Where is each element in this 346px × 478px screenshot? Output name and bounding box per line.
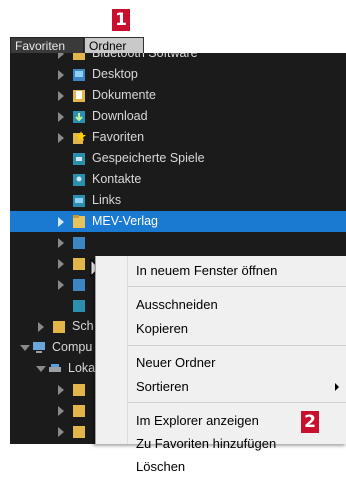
expand-arrow-icon[interactable] — [58, 280, 64, 290]
tree-item-mev-verlag[interactable]: MEV-Verlag — [10, 211, 346, 232]
drive-icon — [49, 364, 61, 372]
tree-item-kontakte[interactable]: Kontakte — [10, 169, 346, 190]
menu-item-label: Kopieren — [136, 321, 189, 336]
tree-item-gespeicherte-spiele[interactable]: Gespeicherte Spiele — [10, 148, 346, 169]
folder-icon — [73, 258, 85, 270]
folder-icon — [53, 321, 65, 333]
tree-item-links[interactable]: Links — [10, 190, 346, 211]
folder-icon — [73, 237, 85, 249]
expand-arrow-icon[interactable] — [58, 427, 64, 437]
menu-item-label: Im Explorer anzeigen — [136, 413, 259, 428]
collapse-arrow-icon[interactable] — [20, 345, 30, 351]
collapse-arrow-icon[interactable] — [36, 366, 46, 372]
expand-arrow-icon[interactable] — [58, 406, 64, 416]
folder-icon — [73, 53, 85, 60]
menu-item-label: Neuer Ordner — [136, 355, 216, 370]
saved-games-folder-icon — [73, 153, 85, 165]
menu-item-add-to-favorites[interactable]: Zu Favoriten hinzufügen — [96, 433, 346, 455]
expand-arrow-icon[interactable] — [58, 112, 64, 122]
tree-item-label: Bluetooth Software — [92, 53, 198, 60]
menu-item-cut[interactable]: Ausschneiden — [96, 294, 346, 316]
expand-arrow-icon[interactable] — [58, 217, 64, 227]
tree-item-label: MEV-Verlag — [92, 214, 159, 228]
menu-separator — [128, 286, 346, 287]
contacts-folder-icon — [73, 174, 85, 186]
expand-arrow-icon[interactable] — [58, 53, 64, 59]
menu-separator — [128, 402, 346, 403]
submenu-arrow-icon — [335, 383, 339, 391]
folder-icon — [73, 279, 85, 291]
tree-item-label: Compu — [52, 340, 93, 354]
favorites-star-icon — [73, 131, 86, 144]
folder-icon — [73, 426, 85, 438]
menu-item-label: Löschen — [136, 459, 186, 474]
expand-arrow-icon[interactable] — [58, 385, 64, 395]
tree-item-label: Download — [92, 109, 148, 123]
tab-bar: Favoriten Ordner — [0, 37, 346, 53]
tree-item-label: Loka — [68, 361, 96, 375]
tree-item-label: Favoriten — [92, 130, 145, 144]
expand-arrow-icon[interactable] — [58, 91, 64, 101]
tree-item-label: Gespeicherte Spiele — [92, 151, 205, 165]
menu-item-sort[interactable]: Sortieren — [96, 376, 346, 398]
tree-item-desktop[interactable]: Desktop — [10, 64, 346, 85]
step-badge-1: 1 — [112, 9, 130, 31]
menu-item-open-new-window[interactable]: In neuem Fenster öffnen — [96, 260, 346, 282]
tree-item-label: Kontakte — [92, 172, 142, 186]
menu-item-new-folder[interactable]: Neuer Ordner — [96, 352, 346, 374]
menu-item-label: Zu Favoriten hinzufügen — [136, 436, 277, 451]
expand-arrow-icon[interactable] — [58, 238, 64, 248]
menu-separator — [128, 345, 346, 346]
tab-ordner[interactable]: Ordner — [84, 37, 144, 53]
tree-item-label: Sch — [72, 319, 94, 333]
tree-item[interactable] — [10, 232, 346, 253]
documents-folder-icon — [73, 90, 85, 102]
folder-icon — [73, 215, 85, 228]
links-folder-icon — [73, 195, 85, 207]
menu-item-label: In neuem Fenster öffnen — [136, 263, 278, 278]
menu-item-copy[interactable]: Kopieren — [96, 318, 346, 340]
menu-item-label: Sortieren — [136, 379, 189, 394]
tree-item-label: Links — [92, 193, 122, 207]
tree-item-download[interactable]: Download — [10, 106, 346, 127]
expand-arrow-icon[interactable] — [58, 259, 64, 269]
tree-item-label: Desktop — [92, 67, 138, 81]
folder-icon — [73, 405, 85, 417]
expand-arrow-icon[interactable] — [58, 70, 64, 80]
tree-item-label: Dokumente — [92, 88, 156, 102]
folder-icon — [73, 384, 85, 396]
step-badge-2: 2 — [301, 411, 319, 433]
tree-item-bluetooth[interactable]: Bluetooth Software — [10, 53, 346, 64]
tab-favoriten[interactable]: Favoriten — [10, 37, 84, 53]
desktop-folder-icon — [73, 69, 85, 81]
tree-item-dokumente[interactable]: Dokumente — [10, 85, 346, 106]
tree-item-favoriten[interactable]: Favoriten — [10, 127, 346, 148]
computer-icon — [33, 342, 45, 353]
folder-icon — [73, 300, 85, 312]
expand-arrow-icon[interactable] — [38, 322, 44, 332]
menu-item-delete[interactable]: Löschen — [96, 456, 346, 478]
download-folder-icon — [73, 111, 85, 123]
menu-item-label: Ausschneiden — [136, 297, 218, 312]
expand-arrow-icon[interactable] — [58, 133, 64, 143]
